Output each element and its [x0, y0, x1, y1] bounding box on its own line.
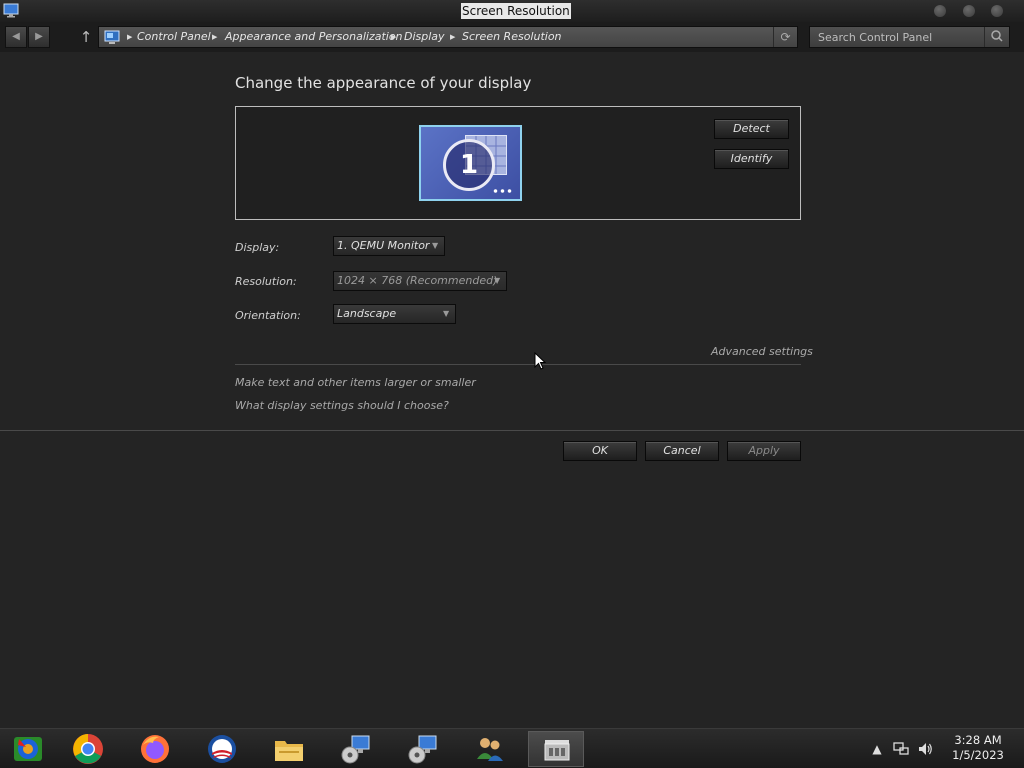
- firefox-icon: [141, 735, 169, 763]
- resolution-value: 1024 × 768 (Recommended): [337, 274, 498, 287]
- display-settings-icon: [3, 3, 19, 18]
- network-setup-icon: [341, 735, 370, 764]
- taskbar-obama-logo[interactable]: [194, 731, 250, 767]
- taskbar-network-setup[interactable]: [328, 731, 384, 767]
- display-label: Display:: [235, 241, 280, 254]
- window-title: Screen Resolution: [461, 3, 571, 19]
- divider: [235, 364, 801, 365]
- monitor-1-icon[interactable]: 1: [419, 125, 522, 201]
- breadcrumb-control-panel[interactable]: Control Panel: [137, 27, 211, 47]
- display-select[interactable]: 1. QEMU Monitor ▼: [333, 236, 445, 256]
- show-hidden-icons-icon[interactable]: ▲: [869, 741, 885, 757]
- chrome-icon: [73, 734, 103, 764]
- system-clock[interactable]: 3:28 AM 1/5/2023: [944, 733, 1012, 763]
- apply-button[interactable]: Apply: [727, 441, 801, 461]
- breadcrumb-screen-resolution[interactable]: Screen Resolution: [462, 27, 562, 47]
- cancel-button[interactable]: Cancel: [645, 441, 719, 461]
- taskbar-firefox[interactable]: [127, 731, 183, 767]
- search-icon[interactable]: [984, 27, 1009, 47]
- search-box[interactable]: [809, 26, 1010, 48]
- control-panel-icon: [544, 740, 570, 761]
- title-bar: Screen Resolution: [0, 0, 1024, 22]
- up-arrow-icon[interactable]: ↑: [78, 26, 94, 48]
- orientation-label: Orientation:: [235, 309, 301, 322]
- taskbar-chrome[interactable]: [60, 731, 116, 767]
- resolution-label: Resolution:: [235, 275, 297, 288]
- identify-button[interactable]: Identify: [714, 149, 789, 169]
- orientation-value: Landscape: [337, 307, 397, 320]
- navigation-bar: ◀ ▶ ↑ ▶ Control Panel ▶ Appearance and P…: [0, 22, 1024, 52]
- back-button[interactable]: ◀: [5, 26, 27, 48]
- advanced-settings-link[interactable]: Advanced settings: [711, 345, 813, 358]
- breadcrumb-separator-icon: ▶: [212, 33, 218, 41]
- search-input[interactable]: [810, 27, 985, 47]
- resolution-select[interactable]: 1024 × 768 (Recommended) ▼: [333, 271, 507, 291]
- minimize-button[interactable]: [934, 5, 946, 17]
- address-bar[interactable]: ▶ Control Panel ▶ Appearance and Persona…: [98, 26, 798, 48]
- network-icon[interactable]: [893, 741, 909, 757]
- media-center-icon: [14, 737, 42, 761]
- chevron-down-icon: ▼: [432, 241, 439, 250]
- maximize-button[interactable]: [963, 5, 975, 17]
- mouse-cursor-icon: [534, 352, 546, 370]
- breadcrumb-appearance[interactable]: Appearance and Personalization: [225, 27, 403, 47]
- obama-logo-icon: [208, 735, 236, 763]
- network-setup-icon: [408, 735, 437, 764]
- taskbar: ▲ 3:28 AM 1/5/2023: [0, 728, 1024, 768]
- file-explorer-icon: [275, 741, 303, 761]
- orientation-select[interactable]: Landscape ▼: [333, 304, 456, 324]
- detect-button[interactable]: Detect: [714, 119, 789, 139]
- forward-button[interactable]: ▶: [28, 26, 50, 48]
- text-size-link[interactable]: Make text and other items larger or smal…: [235, 376, 476, 389]
- display-value: 1. QEMU Monitor: [337, 239, 430, 252]
- taskbar-control-panel[interactable]: [528, 731, 584, 767]
- volume-icon[interactable]: [917, 741, 933, 757]
- taskbar-file-explorer[interactable]: [261, 731, 317, 767]
- refresh-icon[interactable]: ⟳: [773, 27, 797, 47]
- close-button[interactable]: [991, 5, 1003, 17]
- display-preview-area: 1 Detect Identify: [235, 106, 801, 220]
- taskbar-users[interactable]: [462, 731, 518, 767]
- display-help-link[interactable]: What display settings should I choose?: [235, 399, 449, 412]
- taskbar-media-center[interactable]: [0, 731, 56, 767]
- breadcrumb-separator-icon: ▶: [391, 33, 397, 41]
- breadcrumb-separator-icon: ▶: [127, 33, 133, 41]
- monitor-number: 1: [443, 139, 495, 191]
- control-panel-icon: [104, 30, 120, 44]
- page-title: Change the appearance of your display: [235, 74, 532, 92]
- clock-time: 3:28 AM: [954, 733, 1002, 747]
- clock-date: 1/5/2023: [952, 748, 1004, 762]
- ok-button[interactable]: OK: [563, 441, 637, 461]
- users-icon: [477, 738, 503, 761]
- main-content: Change the appearance of your display 1: [0, 52, 1024, 728]
- dots-icon: [492, 189, 512, 193]
- breadcrumb-display[interactable]: Display: [404, 27, 445, 47]
- divider: [0, 430, 1024, 431]
- chevron-down-icon: ▼: [494, 276, 501, 285]
- taskbar-network-setup-2[interactable]: [395, 731, 451, 767]
- breadcrumb-separator-icon: ▶: [450, 33, 456, 41]
- chevron-down-icon: ▼: [443, 309, 450, 318]
